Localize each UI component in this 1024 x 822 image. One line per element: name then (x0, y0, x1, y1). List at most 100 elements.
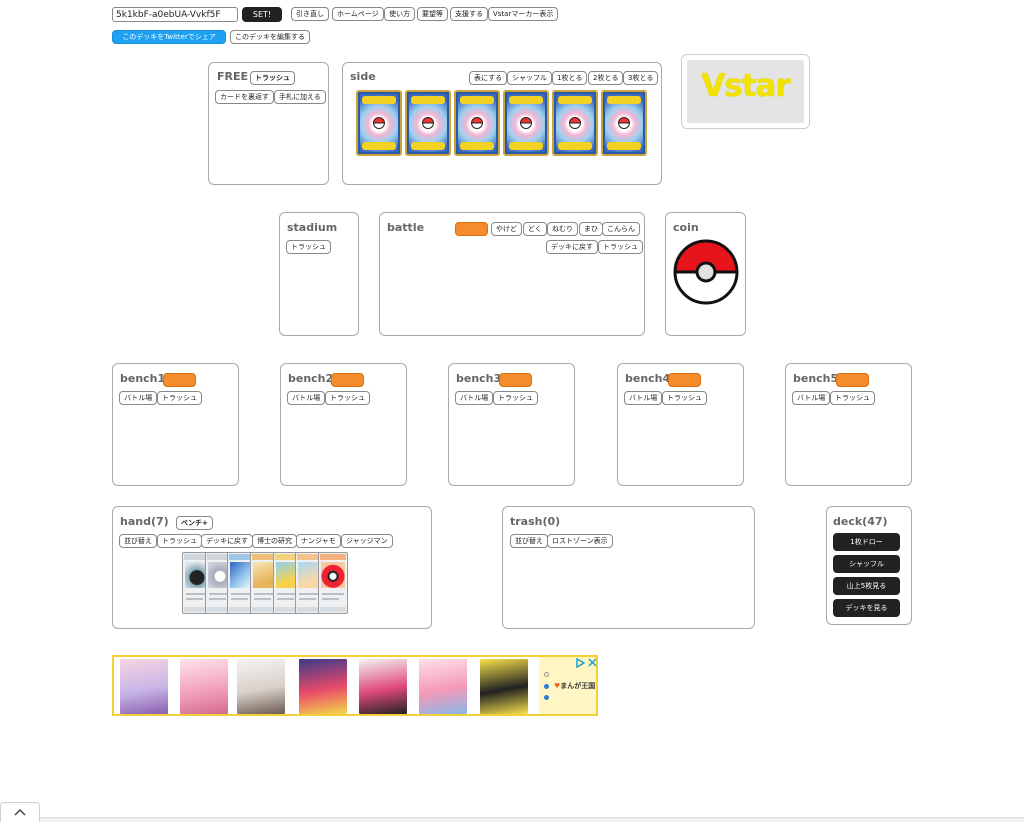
edit-deck-button[interactable]: このデッキを編集する (230, 30, 310, 44)
coin-zone[interactable]: coin (665, 212, 746, 336)
stadium-zone[interactable]: stadium トラッシュ (279, 212, 359, 336)
redraw-button[interactable]: 引き直し (291, 7, 329, 21)
deck-code-input[interactable] (112, 7, 238, 22)
vstar-marker[interactable]: Vstar (681, 54, 810, 129)
professors-research-button[interactable]: 博士の研究 (252, 534, 297, 548)
battle-zone[interactable]: battle やけど どく ねむり まひ こんらん デッキに戻す トラッシュ (379, 212, 645, 336)
iono-button[interactable]: ナンジャモ (296, 534, 341, 548)
hand-zone[interactable]: hand(7) ベンチ+ 並び替え トラッシュ デッキに戻す 博士の研究 ナンジ… (112, 506, 432, 629)
prize-card[interactable] (601, 90, 647, 156)
bench1-zone[interactable]: bench1 バトル場 トラッシュ (112, 363, 239, 486)
ad-thumbnail[interactable] (419, 659, 467, 714)
deck-zone[interactable]: deck(47) 1枚ドロー シャッフル 山上5枚見る デッキを見る (826, 506, 912, 625)
prize-card[interactable] (356, 90, 402, 156)
ad-banner[interactable]: ♥まんが王国 (112, 655, 598, 716)
free-trash-button[interactable]: トラッシュ (250, 71, 295, 85)
battle-trash-button[interactable]: トラッシュ (598, 240, 643, 254)
prize-card[interactable] (454, 90, 500, 156)
bench2-trash-button[interactable]: トラッシュ (325, 391, 370, 405)
ad-brand[interactable]: ♥まんが王国 (554, 681, 595, 691)
support-button[interactable]: 支援する (450, 7, 488, 21)
side-face-up-button[interactable]: 表にする (469, 71, 508, 85)
side-take1-button[interactable]: 1枚とる (552, 71, 588, 85)
bench5-zone[interactable]: bench5 バトル場 トラッシュ (785, 363, 912, 486)
bench4-zone[interactable]: bench4 バトル場 トラッシュ (617, 363, 744, 486)
trash-title: trash(0) (510, 515, 561, 528)
bench4-trash-button[interactable]: トラッシュ (662, 391, 707, 405)
view-top5-button[interactable]: 山上5枚見る (833, 577, 900, 595)
ad-thumbnail[interactable] (359, 659, 407, 714)
hand-sort-button[interactable]: 並び替え (119, 534, 157, 548)
collapse-tab[interactable] (0, 802, 40, 822)
stadium-trash-button[interactable]: トラッシュ (286, 240, 331, 254)
flip-card-button[interactable]: カードを裏返す (215, 90, 274, 104)
side-take2-button[interactable]: 2枚とる (588, 71, 624, 85)
bench5-damage-counter[interactable] (836, 373, 869, 387)
bench1-trash-button[interactable]: トラッシュ (157, 391, 202, 405)
ad-dot (544, 684, 549, 689)
bench-plus-button[interactable]: ベンチ+ (176, 516, 213, 530)
bench3-title: bench3 (456, 372, 502, 385)
hand-card[interactable] (318, 552, 348, 614)
view-deck-button[interactable]: デッキを見る (833, 599, 900, 617)
ad-thumbnail[interactable] (237, 659, 285, 714)
side-shuffle-button[interactable]: シャッフル (507, 71, 552, 85)
judge-button[interactable]: ジャッジマン (341, 534, 393, 548)
ad-close-icon[interactable] (588, 658, 597, 667)
how-to-button[interactable]: 使い方 (384, 7, 415, 21)
bench4-to-battle-button[interactable]: バトル場 (624, 391, 663, 405)
hand-trash-button[interactable]: トラッシュ (157, 534, 202, 548)
bench3-to-battle-button[interactable]: バトル場 (455, 391, 494, 405)
prize-card[interactable] (552, 90, 598, 156)
lost-zone-button[interactable]: ロストゾーン表示 (547, 534, 613, 548)
free-title: FREE (217, 70, 249, 83)
deck-title: deck(47) (833, 515, 888, 528)
ad-thumbnail[interactable] (299, 659, 347, 714)
side-zone[interactable]: side 表にする シャッフル 1枚とる 2枚とる 3枚とる (342, 62, 662, 185)
bottom-bar (0, 817, 1024, 822)
battle-damage-counter[interactable] (455, 222, 488, 236)
bench2-title: bench2 (288, 372, 334, 385)
paralysis-button[interactable]: まひ (579, 222, 603, 236)
set-button[interactable]: SET! (242, 7, 282, 22)
side-take3-button[interactable]: 3枚とる (623, 71, 659, 85)
trash-zone[interactable]: trash(0) 並び替え ロストゾーン表示 (502, 506, 755, 629)
ad-thumbnail[interactable] (480, 659, 528, 714)
vstar-marker-button[interactable]: Vstarマーカー表示 (488, 7, 559, 21)
bench3-trash-button[interactable]: トラッシュ (493, 391, 538, 405)
bench5-title: bench5 (793, 372, 839, 385)
bench1-damage-counter[interactable] (163, 373, 196, 387)
ad-dot (544, 695, 549, 700)
bench4-title: bench4 (625, 372, 671, 385)
ad-choices-icon[interactable] (575, 658, 585, 668)
bench3-damage-counter[interactable] (499, 373, 532, 387)
hand-return-deck-button[interactable]: デッキに戻す (201, 534, 253, 548)
bench2-zone[interactable]: bench2 バトル場 トラッシュ (280, 363, 407, 486)
bench5-trash-button[interactable]: トラッシュ (830, 391, 875, 405)
trash-sort-button[interactable]: 並び替え (510, 534, 548, 548)
prize-card[interactable] (503, 90, 549, 156)
add-to-hand-button[interactable]: 手札に加える (274, 90, 326, 104)
free-zone[interactable]: FREE トラッシュ カードを裏返す 手札に加える (208, 62, 329, 185)
deck-shuffle-button[interactable]: シャッフル (833, 555, 900, 573)
bench1-title: bench1 (120, 372, 166, 385)
bench1-to-battle-button[interactable]: バトル場 (119, 391, 158, 405)
bench2-damage-counter[interactable] (331, 373, 364, 387)
bench5-to-battle-button[interactable]: バトル場 (792, 391, 831, 405)
pokeball-coin-icon[interactable] (673, 239, 739, 305)
share-twitter-button[interactable]: このデッキをTwitterでシェア (112, 30, 226, 44)
request-button[interactable]: 要望等 (417, 7, 448, 21)
bench2-to-battle-button[interactable]: バトル場 (287, 391, 326, 405)
bench4-damage-counter[interactable] (668, 373, 701, 387)
draw-one-button[interactable]: 1枚ドロー (833, 533, 900, 551)
poison-button[interactable]: どく (523, 222, 547, 236)
ad-thumbnail[interactable] (180, 659, 228, 714)
bench3-zone[interactable]: bench3 バトル場 トラッシュ (448, 363, 575, 486)
ad-thumbnail[interactable] (120, 659, 168, 714)
confusion-button[interactable]: こんらん (602, 222, 640, 236)
sleep-button[interactable]: ねむり (547, 222, 578, 236)
battle-return-deck-button[interactable]: デッキに戻す (546, 240, 598, 254)
homepage-button[interactable]: ホームページ (332, 7, 384, 21)
burn-button[interactable]: やけど (491, 222, 522, 236)
prize-card[interactable] (405, 90, 451, 156)
